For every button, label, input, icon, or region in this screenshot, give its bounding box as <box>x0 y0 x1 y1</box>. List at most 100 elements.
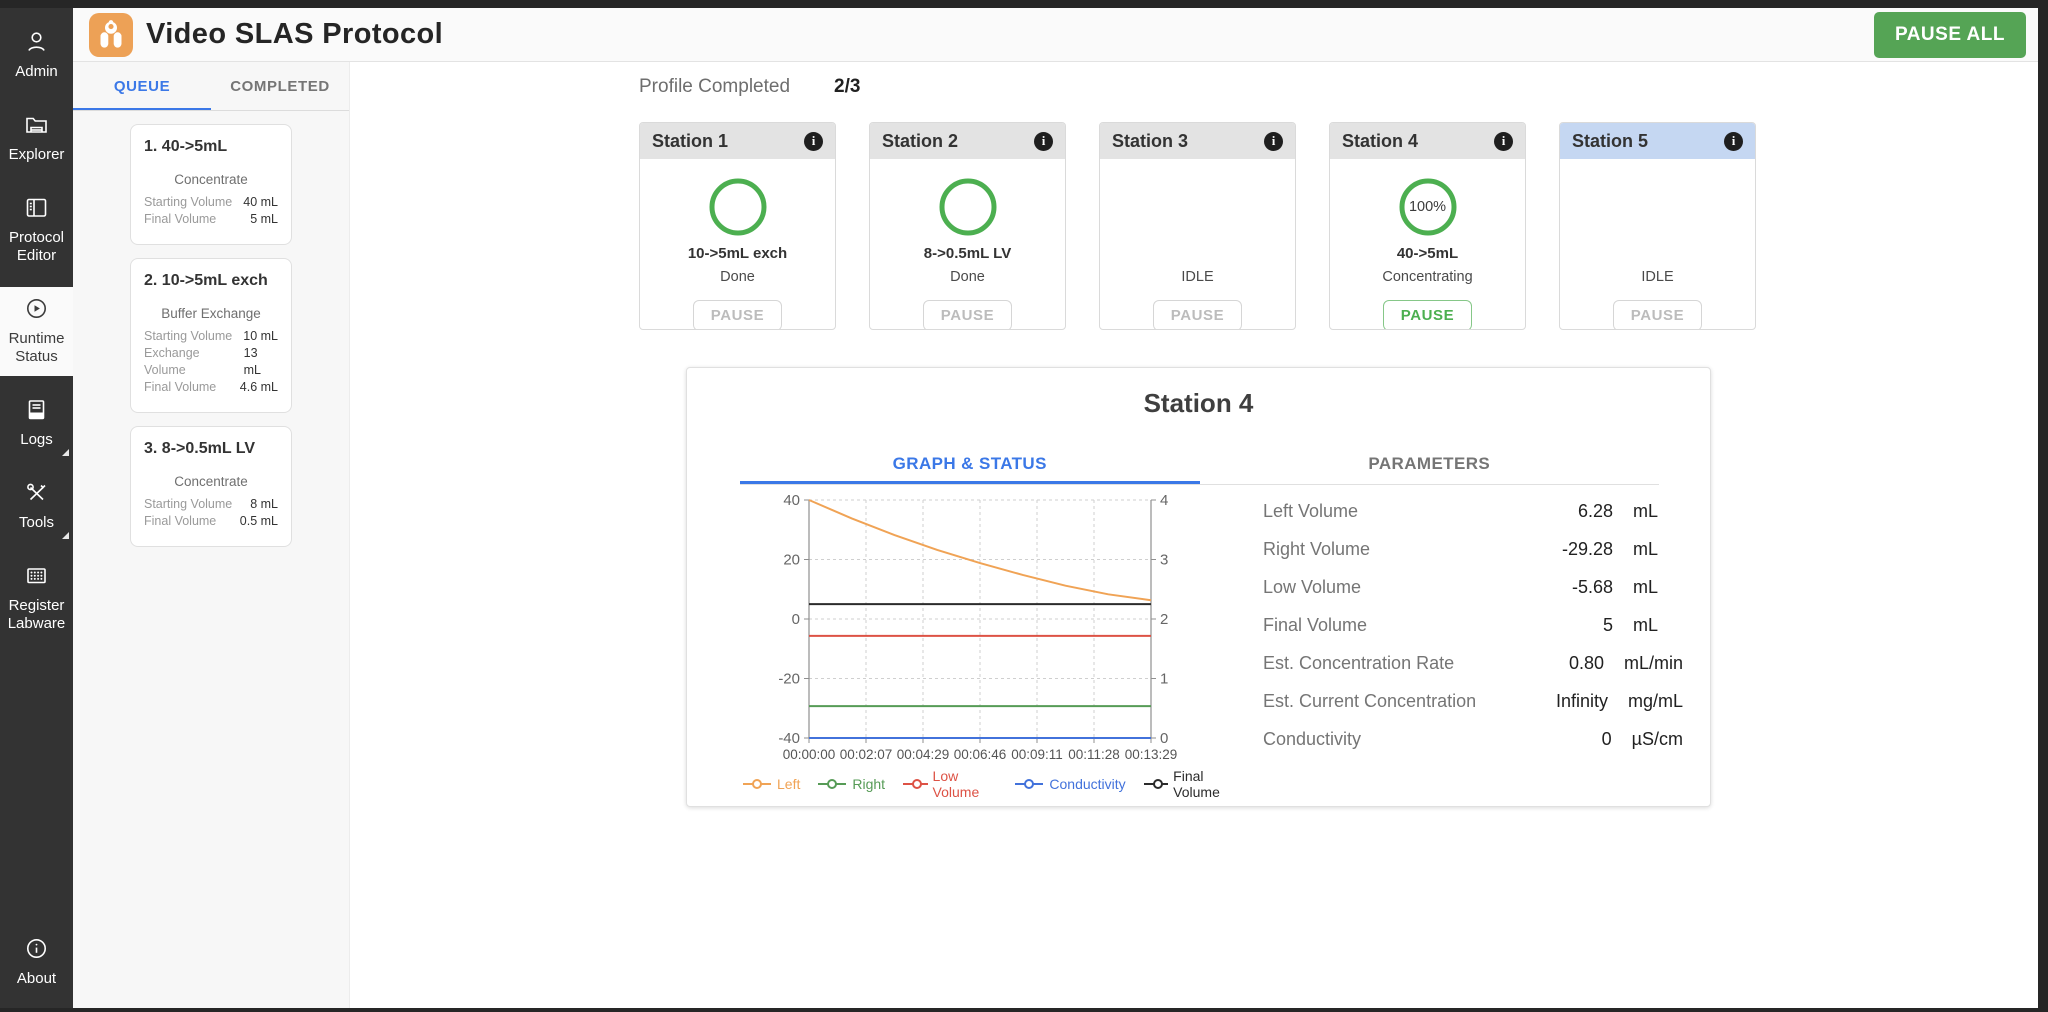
tab-queue[interactable]: QUEUE <box>73 62 211 111</box>
pause-button[interactable]: PAUSE <box>923 300 1013 330</box>
tab-parameters[interactable]: PARAMETERS <box>1200 443 1660 485</box>
detail-tabs: GRAPH & STATUS PARAMETERS <box>740 443 1659 485</box>
sidebar: Admin Explorer Protocol Editor Runtime S… <box>0 8 73 1008</box>
legend-marker-icon <box>1014 778 1044 790</box>
tab-completed[interactable]: COMPLETED <box>211 62 349 111</box>
station-card-4[interactable]: Station 4 i 100% 40->5mL Concentrating P… <box>1329 122 1526 330</box>
sidebar-item-explorer[interactable]: Explorer <box>0 103 73 174</box>
station-header: Station 2 i <box>870 123 1065 159</box>
legend-marker-icon <box>817 778 847 790</box>
submenu-corner-icon <box>62 532 69 539</box>
svg-text:2: 2 <box>1160 611 1168 628</box>
pause-button[interactable]: PAUSE <box>1383 300 1473 330</box>
svg-text:00:09:11: 00:09:11 <box>1011 747 1063 762</box>
parameter-value: 0.80 <box>1526 653 1604 674</box>
sidebar-item-tools[interactable]: Tools <box>0 471 73 542</box>
robot-app-icon <box>89 13 133 57</box>
parameter-row: Conductivity0 µS/cm <box>1263 720 1683 758</box>
station-card-2[interactable]: Station 2 i 8->0.5mL LV Done PAUSE <box>869 122 1066 330</box>
app-header: Video SLAS Protocol PAUSE ALL <box>73 8 2038 62</box>
svg-text:00:13:29: 00:13:29 <box>1125 747 1178 762</box>
queue-item-1[interactable]: 1. 40->5mL Concentrate Starting Volume40… <box>130 124 292 245</box>
svg-text:20: 20 <box>783 552 800 569</box>
info-icon <box>23 936 50 962</box>
parameter-unit: µS/cm <box>1632 729 1683 750</box>
station-card-3[interactable]: Station 3 i IDLE PAUSE <box>1099 122 1296 330</box>
person-icon <box>23 29 50 55</box>
parameter-label: Left Volume <box>1263 501 1533 522</box>
profile-completed-label: Profile Completed <box>639 76 790 98</box>
queue-item-title: 3. 8->0.5mL LV <box>144 440 278 458</box>
sidebar-item-label: Explorer <box>2 146 71 164</box>
station-card-1[interactable]: Station 1 i 10->5mL exch Done PAUSE <box>639 122 836 330</box>
parameter-label: Low Volume <box>1263 577 1533 598</box>
legend-item[interactable]: Right <box>817 768 885 800</box>
field-label: Starting Volume <box>144 496 232 513</box>
pause-all-button[interactable]: PAUSE ALL <box>1874 12 2026 58</box>
pause-button[interactable]: PAUSE <box>693 300 783 330</box>
sidebar-item-register-labware[interactable]: Register Labware <box>0 554 73 643</box>
field-value: 40 mL <box>243 194 278 211</box>
parameter-value: 0 <box>1532 729 1612 750</box>
progress-ring: 100% <box>1397 176 1459 238</box>
parameter-label: Est. Current Concentration <box>1263 691 1529 712</box>
tab-graph-status[interactable]: GRAPH & STATUS <box>740 443 1200 485</box>
queue-item-3[interactable]: 3. 8->0.5mL LV Concentrate Starting Volu… <box>130 426 292 547</box>
parameter-value: 5 <box>1533 615 1613 636</box>
station-card-5[interactable]: Station 5 i IDLE PAUSE <box>1559 122 1756 330</box>
log-file-icon <box>23 397 50 423</box>
legend-label: Final Volume <box>1173 768 1242 800</box>
station-detail-panel: Station 4 GRAPH & STATUS PARAMETERS 4020… <box>686 367 1711 807</box>
sidebar-item-about[interactable]: About <box>0 927 73 998</box>
queue-item-mode: Concentrate <box>144 474 278 489</box>
parameter-label: Conductivity <box>1263 729 1532 750</box>
sidebar-item-protocol-editor[interactable]: Protocol Editor <box>0 186 73 275</box>
parameter-row: Est. Current ConcentrationInfinitymg/mL <box>1263 682 1683 720</box>
parameter-row: Est. Concentration Rate0.80mL/min <box>1263 644 1683 682</box>
legend-item[interactable]: Low Volume <box>902 768 997 800</box>
legend-item[interactable]: Conductivity <box>1014 768 1125 800</box>
info-icon[interactable]: i <box>1724 132 1743 151</box>
sidebar-item-label: Admin <box>2 63 71 81</box>
parameter-unit: mg/mL <box>1628 691 1683 712</box>
legend-item[interactable]: Final Volume <box>1143 768 1242 800</box>
station-profile: 40->5mL <box>1397 245 1458 266</box>
sidebar-item-logs[interactable]: Logs <box>0 388 73 459</box>
station-status: IDLE <box>1181 269 1213 289</box>
profile-completed: Profile Completed 2/3 <box>639 76 860 98</box>
svg-text:40: 40 <box>783 492 800 509</box>
legend-item[interactable]: Left <box>742 768 800 800</box>
queue-item-2[interactable]: 2. 10->5mL exch Buffer Exchange Starting… <box>130 258 292 413</box>
chart-legend: Left Right Low Volume Conductivity Final Vol… <box>742 768 1242 800</box>
queue-item-mode: Buffer Exchange <box>144 306 278 321</box>
field-label: Exchange Volume <box>144 345 244 379</box>
svg-text:00:11:28: 00:11:28 <box>1068 747 1120 762</box>
info-icon[interactable]: i <box>1034 132 1053 151</box>
station-header: Station 4 i <box>1330 123 1525 159</box>
parameter-row: Right Volume-29.28mL <box>1263 530 1683 568</box>
parameters-list: Left Volume6.28mL Right Volume-29.28mL L… <box>1263 492 1683 758</box>
parameter-value: 6.28 <box>1533 501 1613 522</box>
field-label: Final Volume <box>144 379 216 396</box>
info-icon[interactable]: i <box>1494 132 1513 151</box>
svg-text:00:02:07: 00:02:07 <box>840 747 893 762</box>
legend-label: Conductivity <box>1049 776 1125 792</box>
queue-panel: QUEUE COMPLETED 1. 40->5mL Concentrate S… <box>73 62 350 1008</box>
info-icon[interactable]: i <box>804 132 823 151</box>
queue-item-title: 2. 10->5mL exch <box>144 272 278 290</box>
parameter-value: -29.28 <box>1533 539 1613 560</box>
pause-button[interactable]: PAUSE <box>1613 300 1703 330</box>
sidebar-item-runtime-status[interactable]: Runtime Status <box>0 287 73 376</box>
station-body: 10->5mL exch Done PAUSE <box>640 159 835 330</box>
svg-text:-20: -20 <box>778 671 800 688</box>
queue-item-mode: Concentrate <box>144 172 278 187</box>
info-icon[interactable]: i <box>1264 132 1283 151</box>
queue-tabs: QUEUE COMPLETED <box>73 62 349 111</box>
legend-label: Low Volume <box>933 768 998 800</box>
pause-button[interactable]: PAUSE <box>1153 300 1243 330</box>
parameter-value: -5.68 <box>1533 577 1613 598</box>
progress-ring <box>937 176 999 238</box>
station-status: Done <box>950 269 985 289</box>
sidebar-item-admin[interactable]: Admin <box>0 20 73 91</box>
parameter-unit: mL/min <box>1624 653 1683 674</box>
